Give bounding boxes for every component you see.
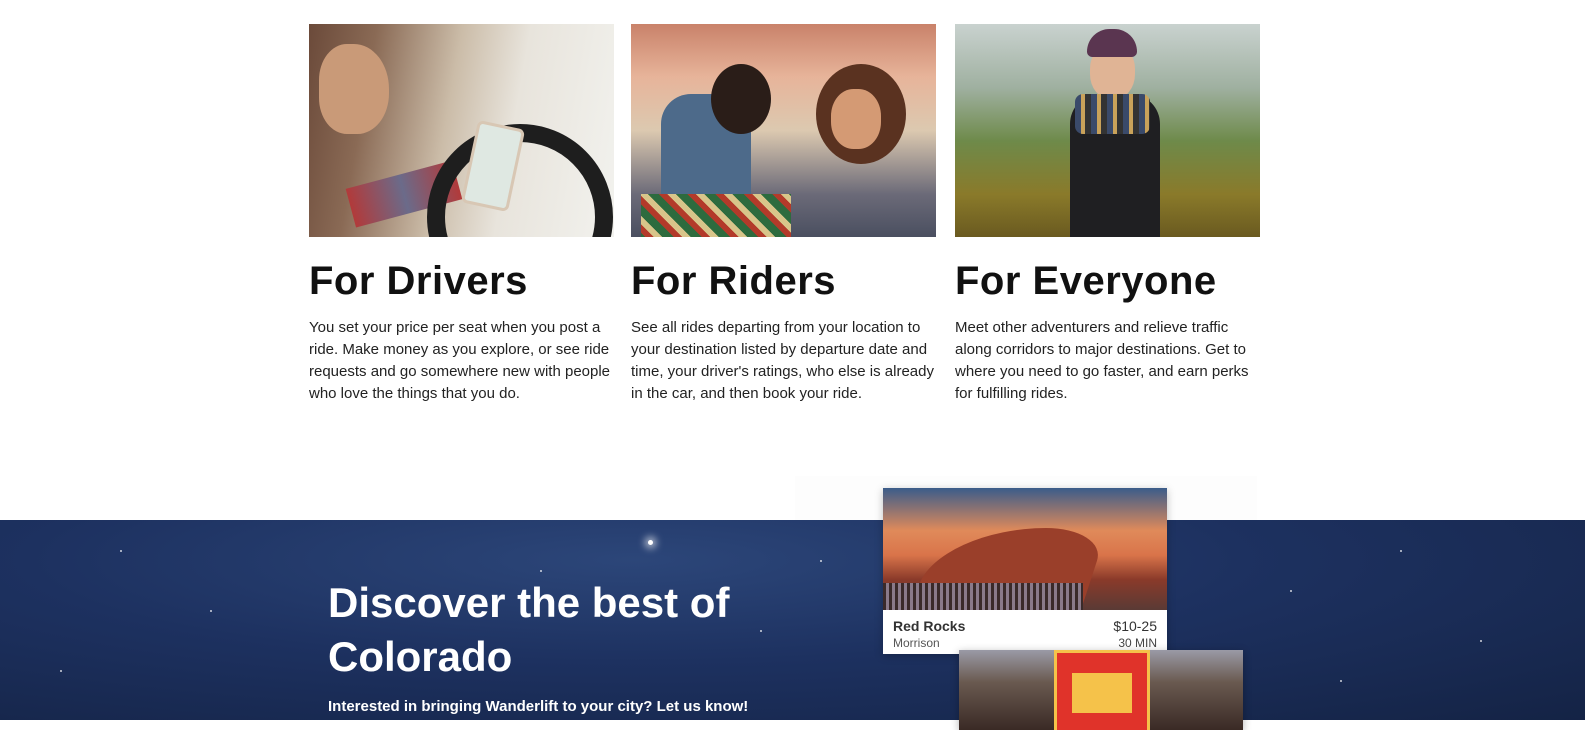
driver-photo xyxy=(309,24,614,237)
destination-card-theater[interactable] xyxy=(959,650,1243,730)
feature-card-everyone: For Everyone Meet other adventurers and … xyxy=(955,24,1260,405)
destination-card-red-rocks[interactable]: Red Rocks Morrison $10-25 30 MIN xyxy=(883,488,1167,654)
destination-duration: 30 MIN xyxy=(1118,636,1157,650)
hero-title: Discover the best of Colorado xyxy=(328,579,730,680)
red-rocks-photo xyxy=(883,488,1167,610)
feature-title: For Riders xyxy=(631,259,837,303)
theater-photo xyxy=(1054,650,1150,730)
star-icon xyxy=(648,540,653,545)
destination-price: $10-25 xyxy=(1113,618,1157,634)
feature-card-riders: For Riders See all rides departing from … xyxy=(631,24,936,405)
feature-card-drivers: For Drivers You set your price per seat … xyxy=(309,24,614,405)
feature-title: For Everyone xyxy=(955,259,1217,303)
hero-cta-text[interactable]: Interested in bringing Wanderlift to you… xyxy=(328,698,748,715)
feature-description: You set your price per seat when you pos… xyxy=(309,319,611,402)
feature-title: For Drivers xyxy=(309,259,528,303)
riders-photo xyxy=(631,24,936,237)
destination-location: Morrison xyxy=(893,636,940,650)
hiker-photo xyxy=(955,24,1260,237)
feature-description: Meet other adventurers and relieve traff… xyxy=(955,319,1249,402)
discover-hero: Discover the best of Colorado Interested… xyxy=(0,520,1585,720)
destination-name: Red Rocks xyxy=(893,618,966,634)
features-section: For Drivers You set your price per seat … xyxy=(0,0,1585,520)
feature-description: See all rides departing from your locati… xyxy=(631,319,934,402)
